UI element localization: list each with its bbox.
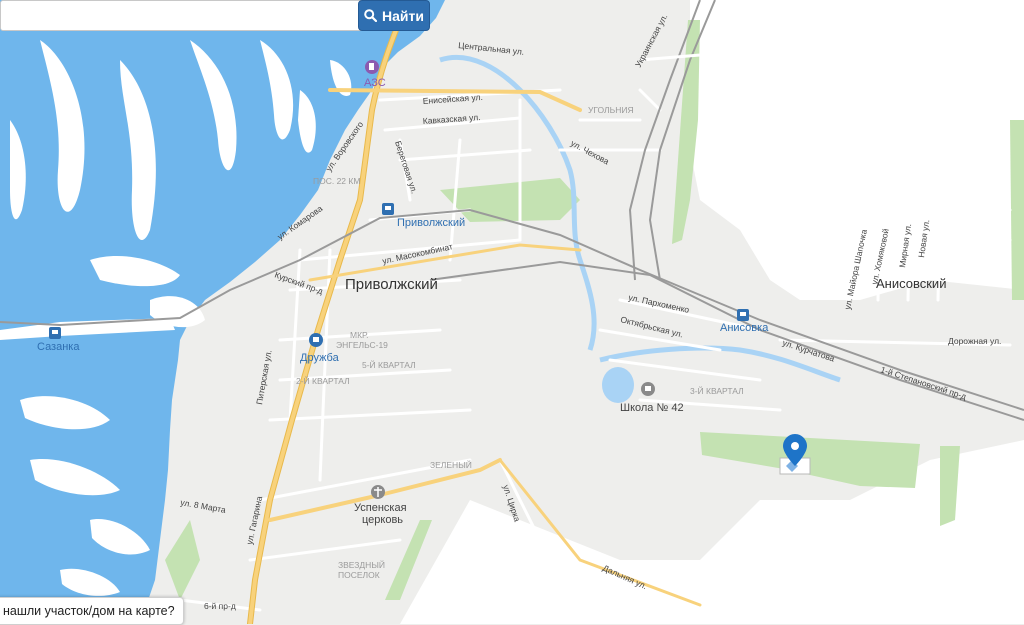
poi-label: Успенская: [354, 502, 407, 514]
place-label-privolzhsky: Приволжский: [345, 276, 438, 293]
poi-label: АЗС: [364, 77, 386, 89]
district-label-kv3: 3-Й КВАРТАЛ: [690, 385, 744, 396]
map-pin-icon-dot: [791, 442, 799, 450]
district-label-pos22: ПОС. 22 КМ: [313, 176, 360, 186]
district-label-kv2: 2-Й КВАРТАЛ: [296, 375, 350, 386]
station-label: Дружба: [300, 352, 340, 364]
district-label-zvezd: ЗВЕЗДНЫЙ: [338, 559, 385, 570]
fuel-station-icon-pump: [369, 63, 374, 70]
street-label: Дорожная ул.: [948, 336, 1001, 346]
street-label: 6-й пр-д: [204, 601, 236, 611]
train-station-icon-window: [385, 206, 391, 210]
place-label-anisovsky: Анисовский: [876, 276, 946, 291]
district-label-mkr: МКР.: [350, 330, 368, 340]
school-icon-book: [645, 386, 651, 391]
search-button-label: Найти: [382, 7, 424, 24]
district-label-engels: ЭНГЕЛЬС-19: [336, 340, 388, 350]
map-canvas[interactable]: Приволжский Анисовский Приволжский Анисо…: [0, 0, 1024, 624]
found-plot-hint-button[interactable]: нашли участок/дом на карте?: [0, 597, 184, 625]
search-icon: [364, 9, 378, 22]
search-input[interactable]: [0, 0, 366, 31]
district-label-ugolnyi: УГОЛЬНИЯ: [588, 105, 634, 115]
district-label-kv5: 5-Й КВАРТАЛ: [362, 359, 416, 370]
station-label: Приволжский: [397, 217, 465, 229]
search-button[interactable]: Найти: [358, 0, 430, 31]
pond: [602, 367, 634, 403]
hint-text: нашли участок/дом на карте?: [3, 604, 175, 618]
station-label: Сазанка: [37, 341, 80, 353]
district-label-zeleny: ЗЕЛЕНЫЙ: [430, 459, 472, 470]
train-station-icon-window: [740, 312, 746, 316]
bus-stop-icon-window: [313, 337, 319, 342]
district-label-poselok: ПОСЕЛОК: [338, 570, 380, 580]
station-label: Анисовка: [720, 322, 769, 334]
train-station-icon-window: [52, 330, 58, 334]
poi-label: церковь: [362, 514, 403, 526]
poi-label: Школа № 42: [620, 402, 684, 414]
